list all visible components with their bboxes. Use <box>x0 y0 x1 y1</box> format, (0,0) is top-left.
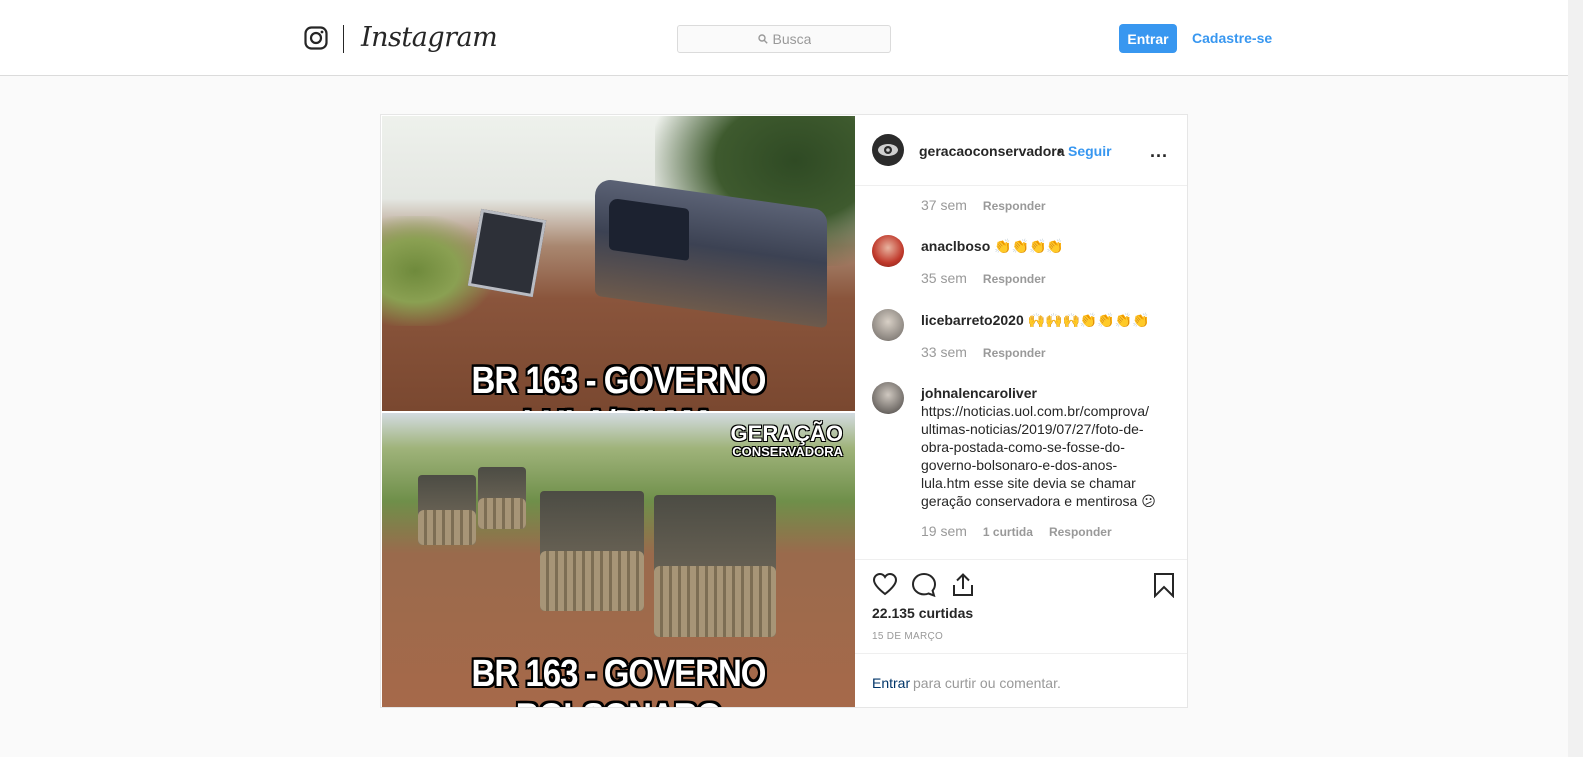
signup-link[interactable]: Cadastre-se <box>1192 30 1272 46</box>
separator-dot: • <box>1057 143 1062 159</box>
comment-text-line[interactable]: governo-bolsonaro-e-dos-anos- <box>921 456 1156 474</box>
post-image[interactable]: BR 163 - GOVERNO LULA/DILMA GERAÇÃO CONS… <box>381 115 855 707</box>
comment-username[interactable]: licebarreto2020 <box>921 312 1024 328</box>
road-roller <box>654 495 776 637</box>
comment-username[interactable]: anaclboso <box>921 238 990 254</box>
comment-meta: 19 sem 1 curtida Responder <box>921 523 1112 539</box>
comment-text: 👏👏👏👏 <box>994 239 1064 255</box>
owner-username[interactable]: geracaoconservadora <box>919 143 1065 159</box>
owner-avatar[interactable] <box>872 134 904 166</box>
commenter-avatar[interactable] <box>872 382 904 414</box>
post-card: BR 163 - GOVERNO LULA/DILMA GERAÇÃO CONS… <box>380 114 1188 708</box>
comment-time[interactable]: 35 sem <box>921 270 967 286</box>
road-roller <box>540 491 644 611</box>
comment-time[interactable]: 37 sem <box>921 197 967 213</box>
comment-time[interactable]: 33 sem <box>921 344 967 360</box>
comment-text-line: geração conservadora e mentirosa 😕 <box>921 493 1156 509</box>
login-button[interactable]: Entrar <box>1119 24 1177 53</box>
comment-username[interactable]: johnalencaroliver <box>921 384 1156 402</box>
top-nav-bar: Instagram Entrar Cadastre-se <box>0 0 1568 76</box>
post-side-panel: geracaoconservadora • Seguir ... 37 sem … <box>855 115 1187 707</box>
instagram-camera-icon[interactable] <box>304 26 328 50</box>
image-panel-bottom: GERAÇÃO CONSERVADORA BR 163 - GOVERNO BO… <box>382 413 855 707</box>
commenter-avatar[interactable] <box>872 309 904 341</box>
comment-text-line[interactable]: https://noticias.uol.com.br/comprova/ <box>921 402 1156 420</box>
comment-meta: 35 sem Responder <box>921 270 1046 286</box>
post-header: geracaoconservadora • Seguir ... <box>855 115 1187 186</box>
logo-divider <box>343 25 344 53</box>
comment-icon[interactable] <box>911 572 937 598</box>
watermark: GERAÇÃO CONSERVADORA <box>730 421 843 459</box>
stuck-truck <box>467 208 547 298</box>
comment-text-line[interactable]: ultimas-noticias/2019/07/27/foto-de- <box>921 420 1156 438</box>
eye-logo-icon <box>878 144 898 156</box>
search-box[interactable] <box>677 25 891 53</box>
road-roller <box>418 475 476 545</box>
road-roller <box>478 467 526 529</box>
comment-meta: 37 sem Responder <box>921 197 1046 213</box>
login-prompt-text: para curtir ou comentar. <box>913 675 1061 691</box>
reply-button[interactable]: Responder <box>1049 525 1112 539</box>
comment-text-line[interactable]: obra-postada-como-se-fosse-do- <box>921 438 1156 456</box>
image-panel-top: BR 163 - GOVERNO LULA/DILMA <box>382 116 855 411</box>
post-date[interactable]: 15 DE MARÇO <box>872 631 943 642</box>
comment-body: anaclboso 👏👏👏👏 <box>921 237 1064 256</box>
likes-count[interactable]: 22.135 curtidas <box>872 605 973 621</box>
login-prompt-bar: Entrar para curtir ou comentar. <box>855 653 1187 707</box>
login-link[interactable]: Entrar <box>872 675 910 691</box>
comment-text-line[interactable]: lula.htm esse site devia se chamar <box>921 474 1156 492</box>
follow-button[interactable]: Seguir <box>1068 143 1112 159</box>
share-icon[interactable] <box>950 572 976 598</box>
comment-time[interactable]: 19 sem <box>921 523 967 539</box>
watermark-line-2: CONSERVADORA <box>732 444 843 459</box>
commenter-avatar[interactable] <box>872 235 904 267</box>
page-scrollbar[interactable] <box>1568 0 1583 757</box>
heart-icon[interactable] <box>872 572 898 598</box>
comment-body: licebarreto2020 🙌🙌🙌👏👏👏👏 <box>921 311 1150 330</box>
reply-button[interactable]: Responder <box>983 346 1046 360</box>
comments-list[interactable]: 37 sem Responder anaclboso 👏👏👏👏 35 sem R… <box>855 187 1187 557</box>
image-caption-bottom: BR 163 - GOVERNO BOLSONARO <box>471 651 767 707</box>
watermark-line-1: GERAÇÃO <box>730 421 843 446</box>
search-input[interactable] <box>772 31 811 47</box>
reply-button[interactable]: Responder <box>983 199 1046 213</box>
more-options-button[interactable]: ... <box>1150 141 1168 162</box>
comment-text: 🙌🙌🙌👏👏👏👏 <box>1027 313 1150 329</box>
comment-likes[interactable]: 1 curtida <box>983 525 1033 539</box>
comment-meta: 33 sem Responder <box>921 344 1046 360</box>
image-caption-top: BR 163 - GOVERNO LULA/DILMA <box>471 358 767 411</box>
reply-button[interactable]: Responder <box>983 272 1046 286</box>
comment-body: johnalencaroliver https://noticias.uol.c… <box>921 384 1156 510</box>
instagram-wordmark[interactable]: Instagram <box>361 22 498 53</box>
search-icon <box>757 34 768 44</box>
bookmark-icon[interactable] <box>1151 572 1177 598</box>
